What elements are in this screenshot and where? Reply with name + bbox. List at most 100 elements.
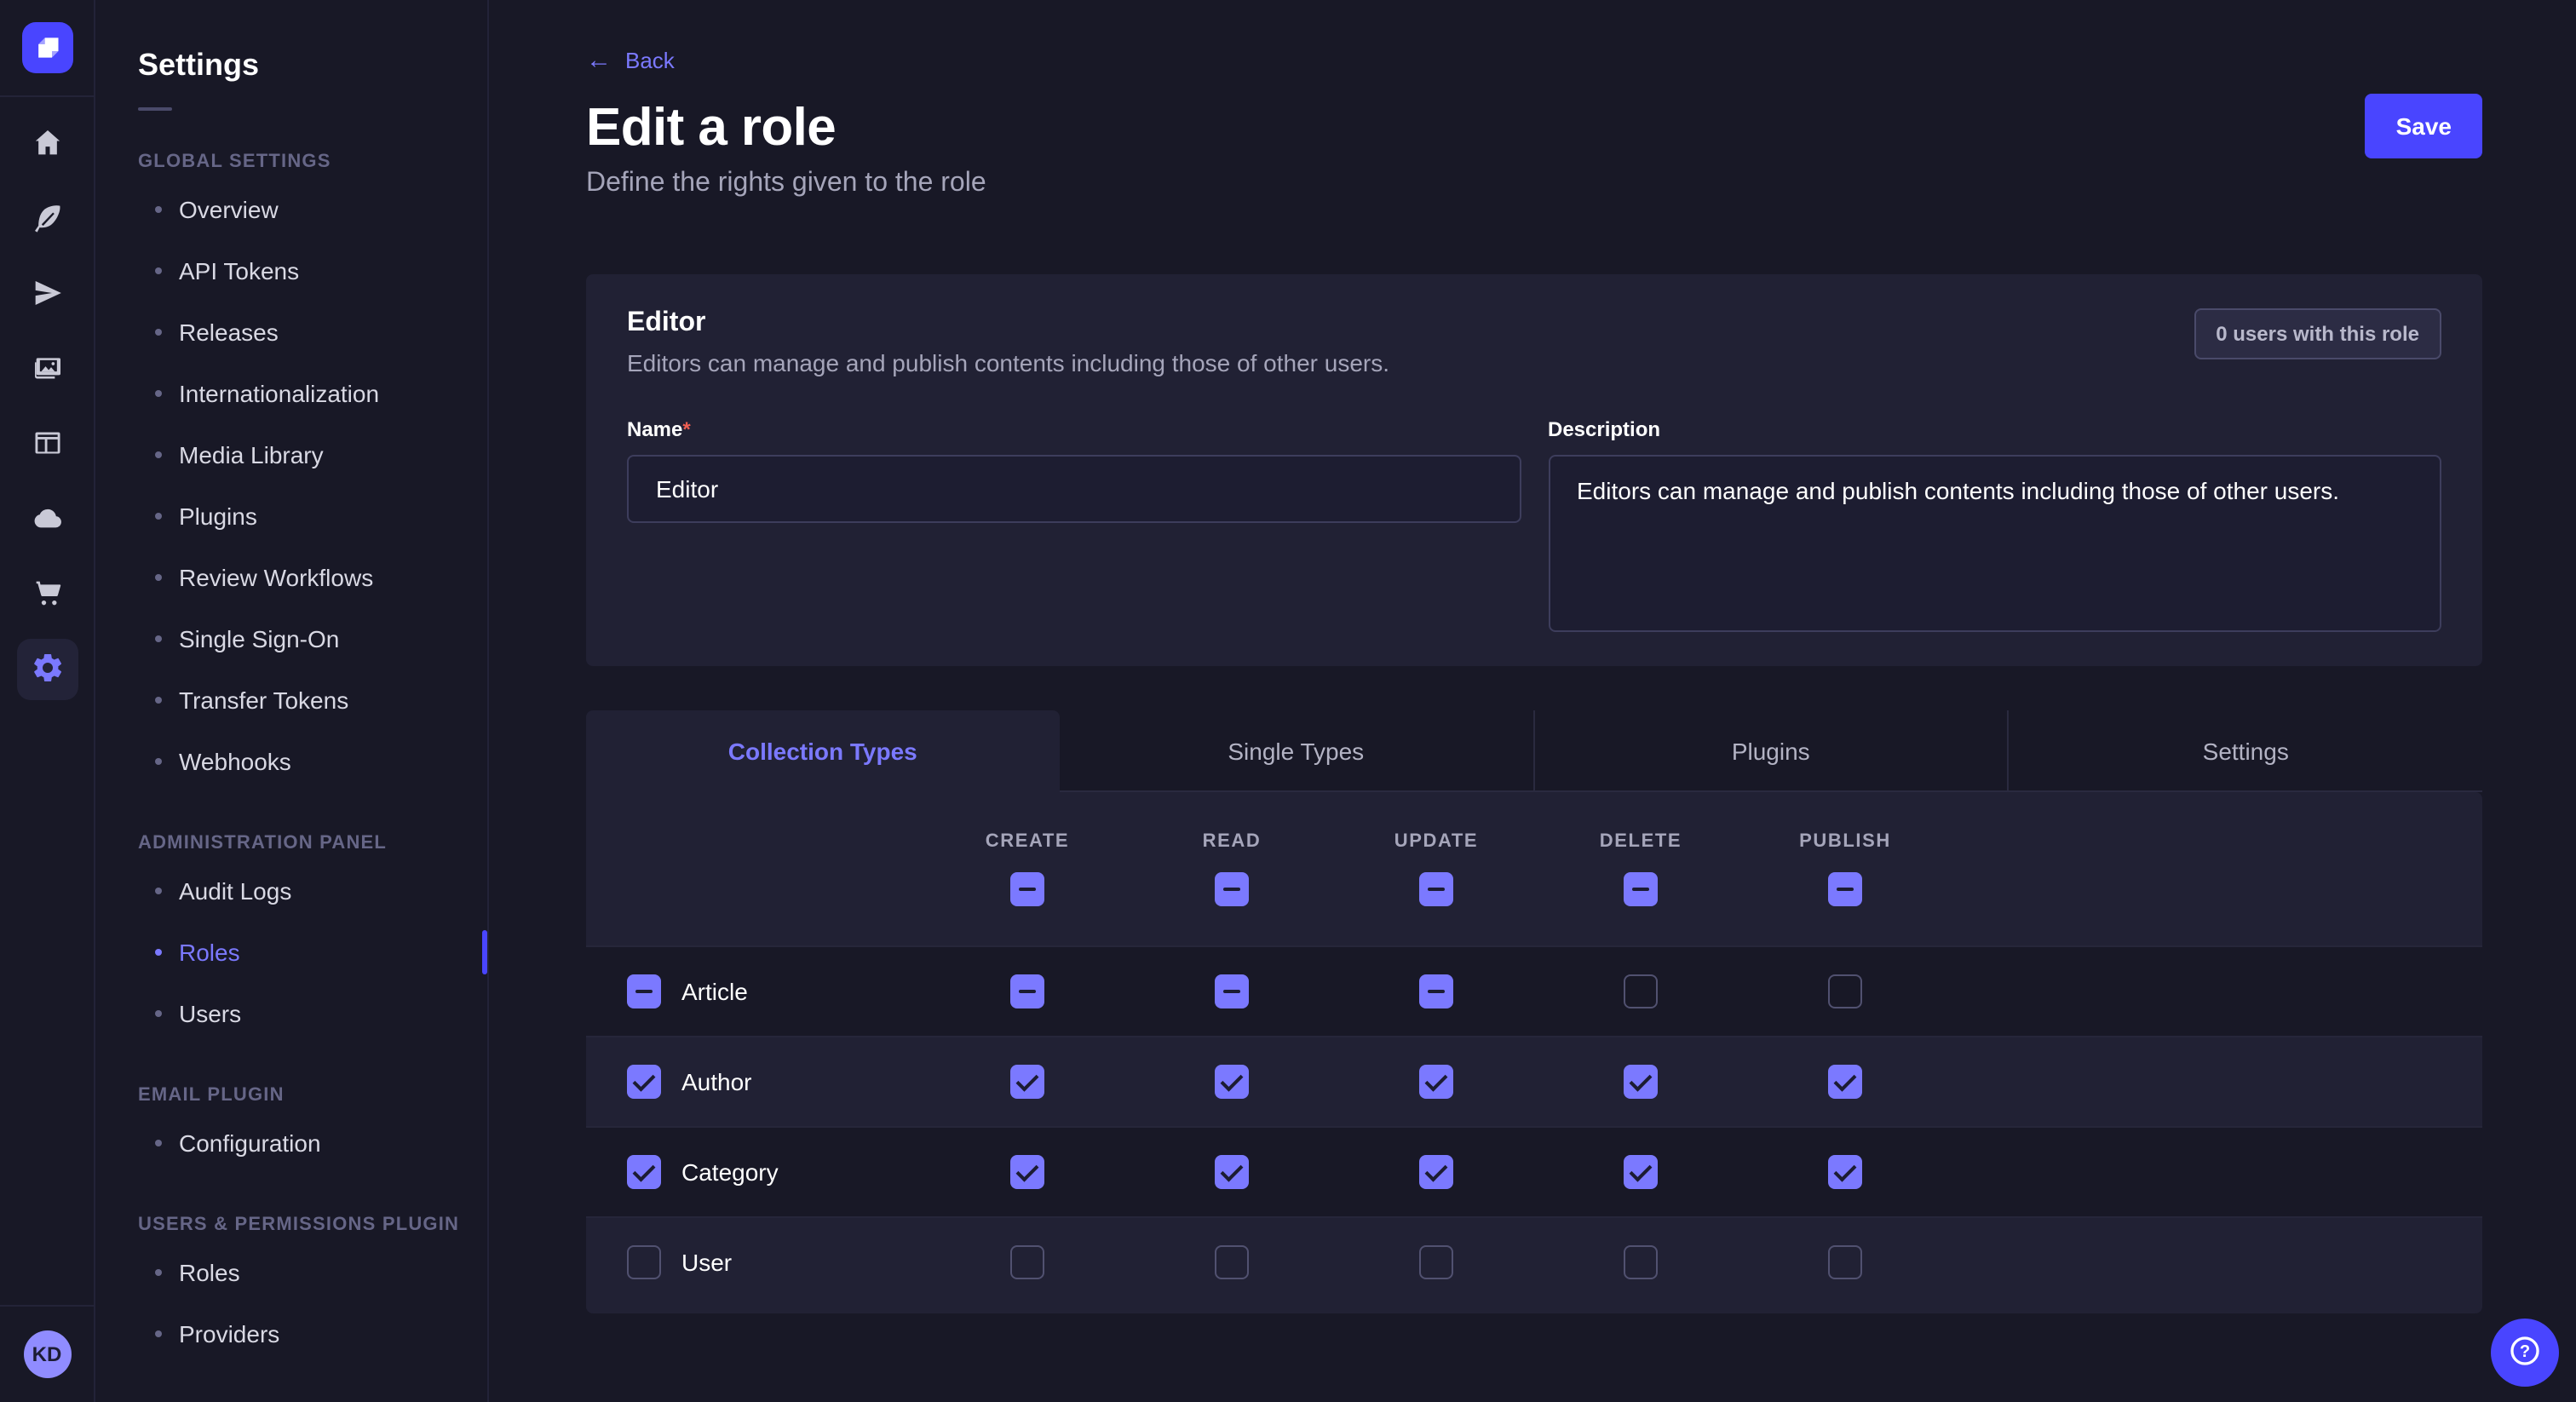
tab-collection-types[interactable]: Collection Types	[586, 710, 1060, 792]
sidebar-item-releases[interactable]: Releases	[138, 302, 487, 363]
column-header-publish: PUBLISH	[1743, 831, 1947, 906]
row-checkbox-category[interactable]	[627, 1155, 661, 1189]
checkbox-user-delete[interactable]	[1624, 1245, 1658, 1279]
row-label: Article	[681, 978, 748, 1005]
column-header-delete: DELETE	[1538, 831, 1743, 906]
table-row-article: Article	[586, 945, 2482, 1036]
nav-item-cart[interactable]	[16, 564, 78, 625]
cart-icon	[30, 575, 64, 614]
sidebar-section: GLOBAL SETTINGSOverviewAPI TokensRelease…	[138, 152, 487, 792]
column-checkbox-publish[interactable]	[1828, 872, 1862, 906]
sidebar-item-plugins[interactable]: Plugins	[138, 486, 487, 547]
feather-icon	[30, 200, 64, 239]
bullet-icon	[155, 390, 162, 397]
sidebar-divider	[138, 107, 172, 111]
checkbox-category-delete[interactable]	[1624, 1155, 1658, 1189]
checkbox-category-publish[interactable]	[1828, 1155, 1862, 1189]
column-label: PUBLISH	[1799, 831, 1891, 852]
nav-item-paper-plane[interactable]	[16, 264, 78, 325]
checkbox-article-delete[interactable]	[1624, 974, 1658, 1008]
sidebar-item-label: API Tokens	[179, 257, 299, 284]
sidebar-item-roles[interactable]: Roles	[138, 1242, 487, 1303]
nav-item-feather[interactable]	[16, 189, 78, 250]
permissions-panel: CREATEREADUPDATEDELETEPUBLISH ArticleAut…	[586, 792, 2482, 1313]
checkbox-author-publish[interactable]	[1828, 1065, 1862, 1099]
row-label: Category	[681, 1158, 779, 1186]
column-checkbox-create[interactable]	[1010, 872, 1044, 906]
nav-rail-items	[16, 114, 78, 1305]
description-field-group: Description Editors can manage and publi…	[1548, 414, 2441, 632]
checkbox-article-read[interactable]	[1215, 974, 1249, 1008]
save-button[interactable]: Save	[2366, 94, 2482, 158]
bullet-icon	[155, 1269, 162, 1276]
home-icon	[30, 125, 64, 164]
checkbox-user-publish[interactable]	[1828, 1245, 1862, 1279]
sidebar-item-providers[interactable]: Providers	[138, 1303, 487, 1365]
description-textarea[interactable]: Editors can manage and publish contents …	[1548, 455, 2441, 632]
strapi-logo[interactable]	[21, 22, 72, 73]
checkbox-author-create[interactable]	[1010, 1065, 1044, 1099]
sidebar-item-roles[interactable]: Roles	[138, 922, 487, 983]
sidebar-item-label: Providers	[179, 1320, 279, 1347]
sidebar-item-overview[interactable]: Overview	[138, 179, 487, 240]
sidebar-item-internationalization[interactable]: Internationalization	[138, 363, 487, 424]
sidebar-item-users[interactable]: Users	[138, 983, 487, 1044]
nav-item-gear[interactable]	[16, 639, 78, 700]
help-button[interactable]: ?	[2491, 1319, 2559, 1387]
checkbox-user-read[interactable]	[1215, 1245, 1249, 1279]
checkbox-user-create[interactable]	[1010, 1245, 1044, 1279]
sidebar-item-review-workflows[interactable]: Review Workflows	[138, 547, 487, 608]
sidebar-item-media-library[interactable]: Media Library	[138, 424, 487, 486]
back-link[interactable]: ← Back	[586, 48, 675, 73]
checkbox-category-create[interactable]	[1010, 1155, 1044, 1189]
column-checkbox-delete[interactable]	[1624, 872, 1658, 906]
row-checkbox-author[interactable]	[627, 1065, 661, 1099]
checkbox-article-update[interactable]	[1419, 974, 1453, 1008]
permissions-rows: ArticleAuthorCategoryUser	[586, 945, 2482, 1307]
checkbox-user-update[interactable]	[1419, 1245, 1453, 1279]
tab-settings[interactable]: Settings	[2008, 710, 2483, 792]
name-input[interactable]	[627, 455, 1521, 523]
checkbox-article-publish[interactable]	[1828, 974, 1862, 1008]
sidebar-item-label: Internationalization	[179, 380, 379, 407]
nav-item-images[interactable]	[16, 339, 78, 400]
column-checkbox-read[interactable]	[1215, 872, 1249, 906]
sidebar-item-single-sign-on[interactable]: Single Sign-On	[138, 608, 487, 669]
column-checkbox-update[interactable]	[1419, 872, 1453, 906]
sidebar-section: ADMINISTRATION PANELAudit LogsRolesUsers	[138, 833, 487, 1044]
checkbox-author-delete[interactable]	[1624, 1065, 1658, 1099]
sidebar-item-configuration[interactable]: Configuration	[138, 1112, 487, 1174]
sidebar-item-transfer-tokens[interactable]: Transfer Tokens	[138, 669, 487, 731]
sidebar-item-label: Users	[179, 1000, 241, 1027]
bullet-icon	[155, 888, 162, 894]
tab-plugins[interactable]: Plugins	[1532, 710, 2008, 792]
checkbox-article-create[interactable]	[1010, 974, 1044, 1008]
checkbox-category-read[interactable]	[1215, 1155, 1249, 1189]
avatar[interactable]: KD	[23, 1330, 71, 1378]
tab-single-types[interactable]: Single Types	[1060, 710, 1533, 792]
column-header-read: READ	[1130, 831, 1334, 906]
column-label: READ	[1203, 831, 1262, 852]
row-label: Author	[681, 1068, 752, 1095]
sidebar-item-webhooks[interactable]: Webhooks	[138, 731, 487, 792]
nav-item-layout[interactable]	[16, 414, 78, 475]
checkbox-author-read[interactable]	[1215, 1065, 1249, 1099]
checkbox-category-update[interactable]	[1419, 1155, 1453, 1189]
row-checkbox-article[interactable]	[627, 974, 661, 1008]
bullet-icon	[155, 758, 162, 765]
table-row-author: Author	[586, 1036, 2482, 1126]
row-checkbox-user[interactable]	[627, 1245, 661, 1279]
nav-item-cloud[interactable]	[16, 489, 78, 550]
bullet-icon	[155, 206, 162, 213]
sidebar-item-api-tokens[interactable]: API Tokens	[138, 240, 487, 302]
nav-item-home[interactable]	[16, 114, 78, 175]
active-indicator	[482, 930, 487, 974]
bullet-icon	[155, 329, 162, 336]
table-row-category: Category	[586, 1126, 2482, 1216]
sidebar-item-audit-logs[interactable]: Audit Logs	[138, 860, 487, 922]
edit-role-page: ← Back Edit a role Define the rights giv…	[586, 48, 2482, 1313]
sidebar-title: Settings	[138, 48, 487, 83]
checkbox-author-update[interactable]	[1419, 1065, 1453, 1099]
bullet-icon	[155, 1140, 162, 1146]
users-with-role-button[interactable]: 0 users with this role	[2194, 308, 2441, 359]
